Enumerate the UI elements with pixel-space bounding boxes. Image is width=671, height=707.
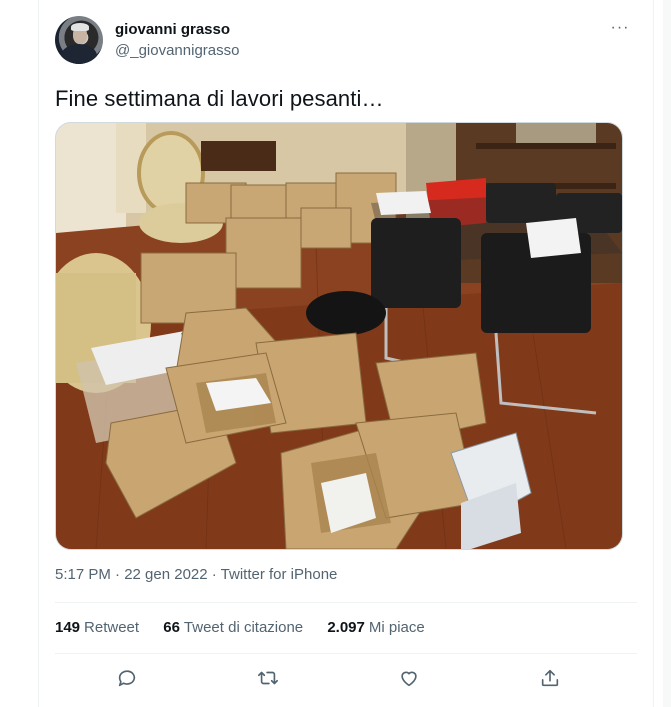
quotes-label: Tweet di citazione bbox=[183, 619, 304, 636]
tweet-timestamp[interactable]: 5:17 PM · 22 gen 2022 · Twitter for iPho… bbox=[55, 566, 337, 583]
tweet-header: giovanni grasso @_giovannigrasso ··· bbox=[55, 16, 637, 68]
scrollbar-track[interactable] bbox=[663, 0, 671, 707]
likes-count: 2.097 bbox=[327, 619, 365, 636]
reply-icon bbox=[118, 670, 136, 687]
tweet-stats: 149 Retweet 66 Tweet di citazione 2.097 Mi … bbox=[55, 619, 445, 636]
share-icon bbox=[541, 669, 559, 687]
likes-label: Mi piace bbox=[368, 619, 425, 636]
more-options-icon[interactable]: ··· bbox=[603, 20, 637, 40]
retweets-label: Retweet bbox=[84, 619, 140, 636]
tweet-text: Fine settimana di lavori pesanti… bbox=[55, 86, 384, 111]
author-handle[interactable]: @_giovannigrasso bbox=[115, 42, 239, 59]
like-icon bbox=[401, 671, 417, 687]
share-button[interactable] bbox=[536, 664, 564, 692]
reply-button[interactable] bbox=[113, 664, 141, 692]
divider-bottom bbox=[55, 653, 637, 654]
column-border-right bbox=[653, 0, 654, 707]
photo-illustration bbox=[56, 123, 622, 549]
divider-top bbox=[55, 602, 637, 603]
author-name[interactable]: giovanni grasso bbox=[115, 21, 230, 38]
retweet-icon bbox=[258, 671, 278, 685]
like-button[interactable] bbox=[395, 664, 423, 692]
retweets-count: 149 bbox=[55, 619, 81, 636]
avatar[interactable] bbox=[55, 16, 103, 64]
tweet-photo[interactable] bbox=[55, 122, 623, 550]
retweets-stat[interactable]: 149 Retweet bbox=[55, 619, 139, 636]
likes-stat[interactable]: 2.097 Mi piace bbox=[327, 619, 424, 636]
page: giovanni grasso @_giovannigrasso ··· Fin… bbox=[0, 0, 671, 707]
retweet-button[interactable] bbox=[254, 664, 282, 692]
tweet-actions bbox=[55, 655, 637, 701]
quotes-stat[interactable]: 66 Tweet di citazione bbox=[163, 619, 303, 636]
avatar-hair bbox=[71, 23, 89, 31]
quotes-count: 66 bbox=[163, 619, 180, 636]
avatar-shoulders bbox=[61, 44, 97, 64]
tweet: giovanni grasso @_giovannigrasso ··· Fin… bbox=[39, 0, 653, 707]
